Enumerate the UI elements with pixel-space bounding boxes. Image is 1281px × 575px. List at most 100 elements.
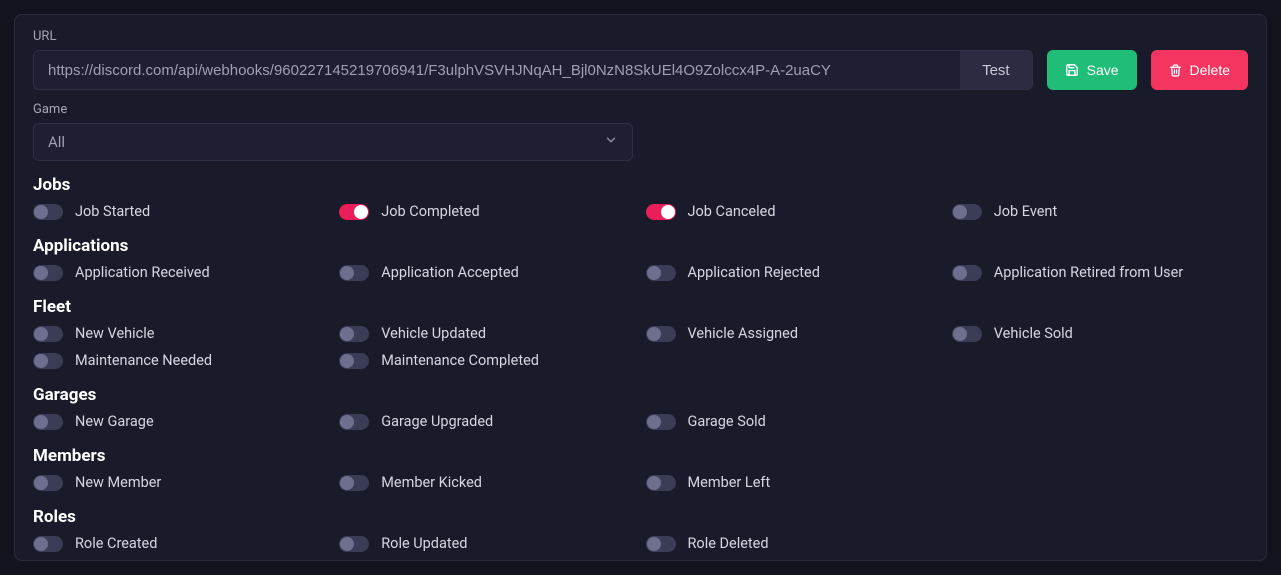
toggle-knob [340, 327, 354, 341]
toggle-knob [34, 476, 48, 490]
toggle-label: New Member [75, 474, 161, 491]
toggle[interactable] [952, 204, 982, 220]
save-button[interactable]: Save [1047, 50, 1137, 90]
game-selected-value: All [48, 133, 65, 151]
toggle[interactable] [33, 353, 63, 369]
toggle-label: Application Rejected [688, 264, 820, 281]
trash-icon [1169, 64, 1182, 77]
toggle[interactable] [339, 414, 369, 430]
toggle-item: Garage Upgraded [339, 411, 635, 432]
toggle-grid: New Garage Garage Upgraded Garage Sold [33, 411, 1248, 432]
section-title: Members [33, 446, 1248, 466]
toggle-item: Member Kicked [339, 472, 635, 493]
toggle-knob [953, 266, 967, 280]
toggle-knob [953, 327, 967, 341]
url-input-group: Test [33, 50, 1033, 90]
toggle[interactable] [339, 265, 369, 281]
toggle-label: Job Event [994, 203, 1057, 220]
game-label: Game [33, 102, 1248, 117]
url-input[interactable] [34, 51, 960, 89]
toggle[interactable] [33, 326, 63, 342]
toggle[interactable] [339, 326, 369, 342]
toggle-knob [34, 266, 48, 280]
toggle[interactable] [646, 204, 676, 220]
toggle-label: Maintenance Needed [75, 352, 212, 369]
toggle-item: Vehicle Sold [952, 323, 1248, 344]
toggle[interactable] [952, 326, 982, 342]
toggle-knob [647, 476, 661, 490]
toggle-knob [34, 205, 48, 219]
url-label: URL [33, 29, 1248, 44]
section-title: Applications [33, 236, 1248, 256]
toggle[interactable] [33, 204, 63, 220]
toggle-item: Application Received [33, 262, 329, 283]
toggle-knob [340, 537, 354, 551]
toggle[interactable] [33, 475, 63, 491]
toggle-knob [34, 537, 48, 551]
delete-button[interactable]: Delete [1151, 50, 1248, 90]
toggle[interactable] [646, 536, 676, 552]
toggle[interactable] [33, 536, 63, 552]
toggle[interactable] [33, 265, 63, 281]
toggle-item: Job Completed [339, 201, 635, 222]
toggle-knob [647, 266, 661, 280]
toggle-knob [34, 354, 48, 368]
toggle[interactable] [339, 353, 369, 369]
toggle-grid: New Member Member Kicked Member Left [33, 472, 1248, 493]
toggle[interactable] [646, 414, 676, 430]
toggle-item: Member Left [646, 472, 942, 493]
toggle-item: Vehicle Assigned [646, 323, 942, 344]
toggle-knob [34, 415, 48, 429]
toggle-label: Application Retired from User [994, 264, 1183, 281]
toggle-label: New Garage [75, 413, 154, 430]
toggle-knob [34, 327, 48, 341]
toggle-label: Job Canceled [688, 203, 776, 220]
test-button[interactable]: Test [960, 51, 1032, 89]
toggle[interactable] [339, 204, 369, 220]
toggle-item: Job Started [33, 201, 329, 222]
toggle-item: Maintenance Needed [33, 350, 329, 371]
toggle[interactable] [339, 475, 369, 491]
toggle-knob [340, 476, 354, 490]
game-select[interactable]: All [33, 123, 633, 161]
toggle-label: New Vehicle [75, 325, 154, 342]
toggle-item: Job Event [952, 201, 1248, 222]
toggle-knob [340, 415, 354, 429]
toggle-label: Vehicle Sold [994, 325, 1073, 342]
toggle-item: New Member [33, 472, 329, 493]
toggle-knob [647, 327, 661, 341]
toggle-label: Garage Sold [688, 413, 766, 430]
toggle-label: Member Kicked [381, 474, 482, 491]
delete-button-label: Delete [1190, 62, 1230, 78]
toggle[interactable] [646, 475, 676, 491]
toggle-grid: Job Started Job Completed Job Canceled Job … [33, 201, 1248, 222]
toggle-knob [354, 205, 368, 219]
toggle-item: Application Accepted [339, 262, 635, 283]
chevron-down-icon [604, 133, 618, 151]
toggle-item: Vehicle Updated [339, 323, 635, 344]
toggle-knob [340, 354, 354, 368]
toggle[interactable] [33, 414, 63, 430]
toggle[interactable] [339, 536, 369, 552]
toggle-label: Maintenance Completed [381, 352, 539, 369]
toggle-item: Role Deleted [646, 533, 942, 554]
toggle-grid: New Vehicle Vehicle Updated Vehicle Assign… [33, 323, 1248, 371]
toggle-knob [661, 205, 675, 219]
toggle-item: Job Canceled [646, 201, 942, 222]
toggle[interactable] [952, 265, 982, 281]
toggle-knob [647, 537, 661, 551]
toggle-item: New Vehicle [33, 323, 329, 344]
toggle-label: Role Deleted [688, 535, 769, 552]
section-title: Jobs [33, 175, 1248, 195]
toggle[interactable] [646, 265, 676, 281]
toggle[interactable] [646, 326, 676, 342]
toggle-item: Application Retired from User [952, 262, 1248, 283]
toggle-item: New Garage [33, 411, 329, 432]
toggle-label: Role Updated [381, 535, 467, 552]
toggle-label: Vehicle Updated [381, 325, 486, 342]
toggle-label: Role Created [75, 535, 157, 552]
toggle-item: Maintenance Completed [339, 350, 635, 371]
toggle-grid: Application Received Application Accepted… [33, 262, 1248, 283]
toggle-label: Application Received [75, 264, 210, 281]
toggle-item: Role Created [33, 533, 329, 554]
